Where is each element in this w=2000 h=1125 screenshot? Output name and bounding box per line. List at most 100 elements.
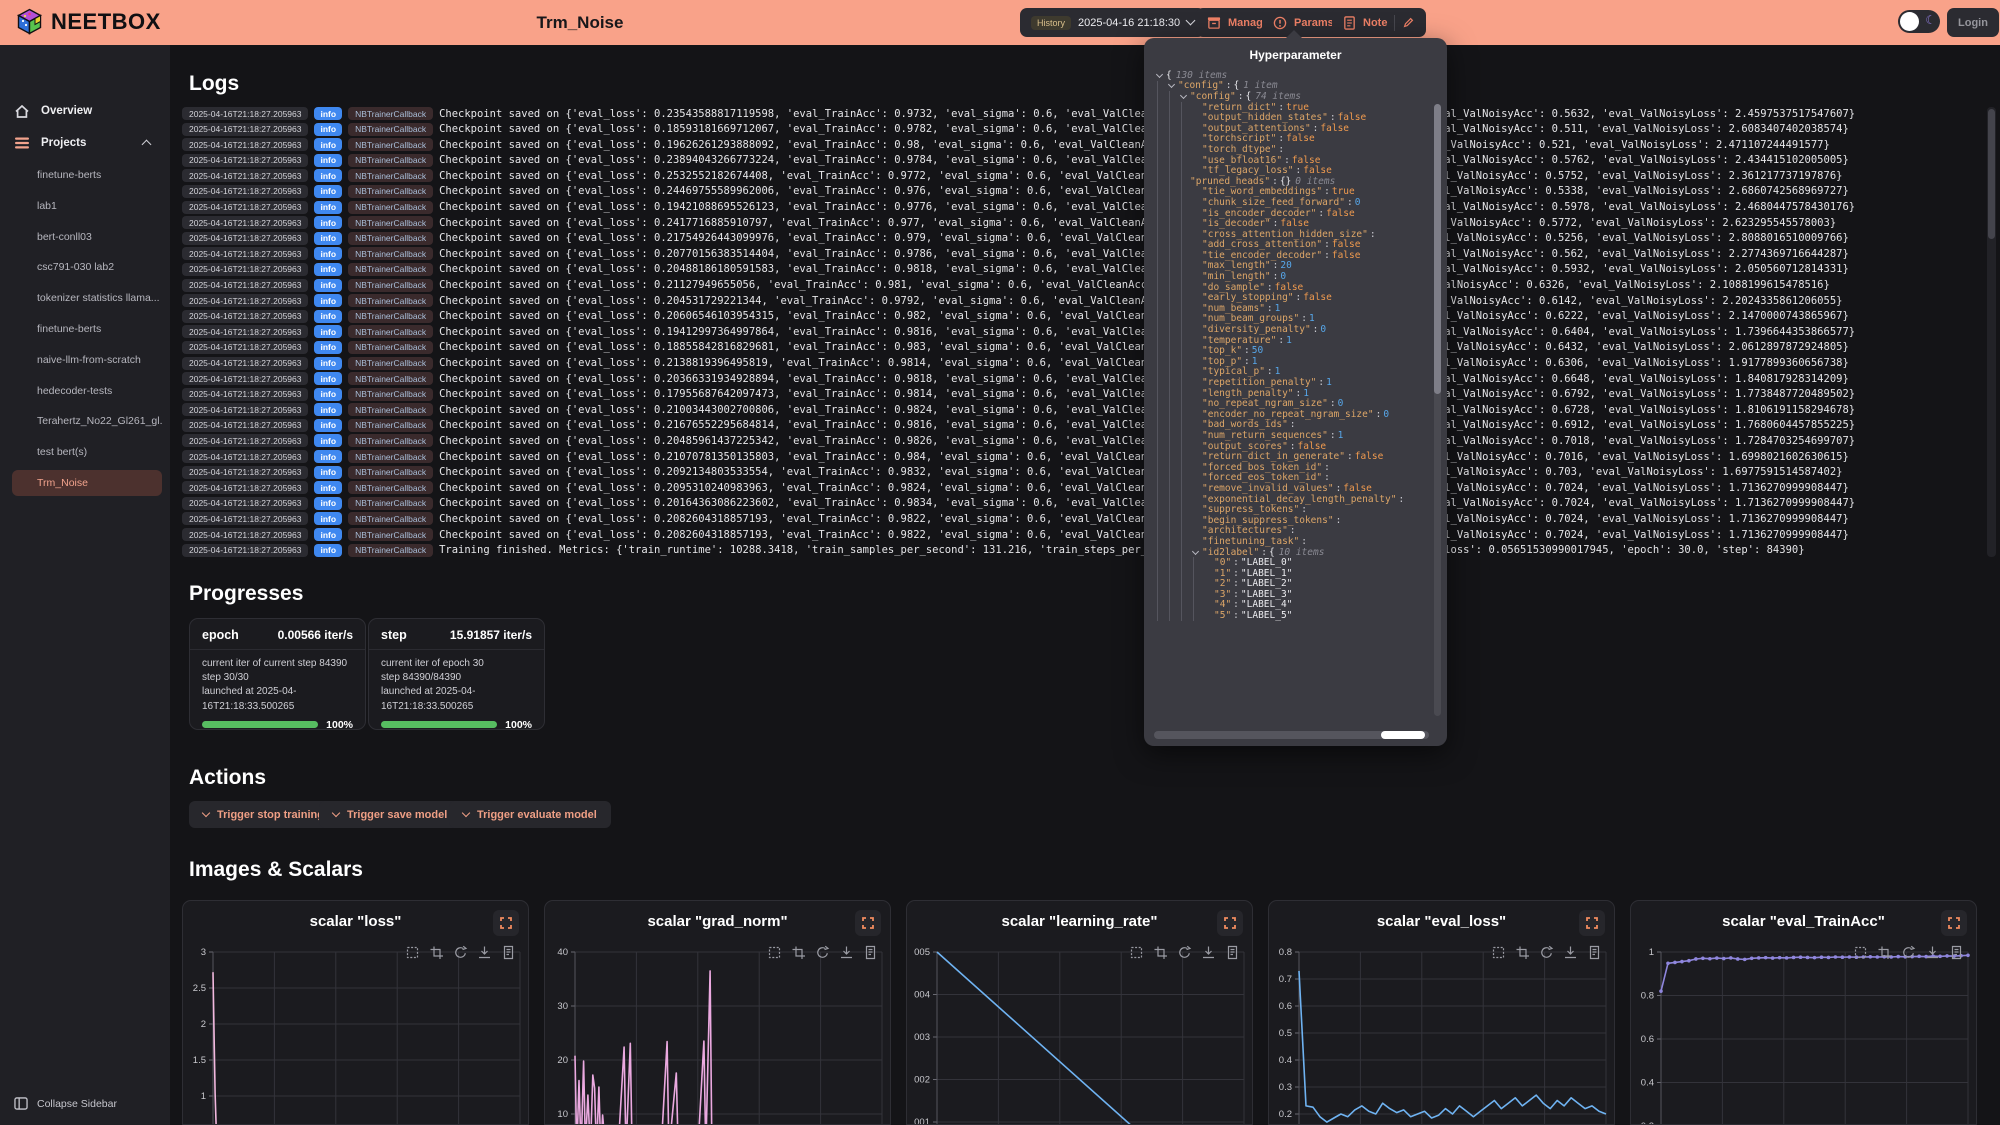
scalar-chart-card: scalar "eval_loss"0.80.70.60.50.40.30.2 — [1268, 900, 1615, 1125]
zoom-box-icon — [1155, 947, 1168, 960]
trigger-action-button[interactable]: Trigger save model — [319, 801, 461, 828]
tree-value: false — [1292, 155, 1321, 166]
tree-value: false — [1298, 441, 1327, 452]
download-icon[interactable] — [1925, 945, 1940, 960]
box-select-icon[interactable] — [767, 945, 782, 960]
sidebar-project-item[interactable]: lab1 — [12, 193, 162, 219]
indent-guide — [1157, 335, 1166, 346]
sidebar-item-overview[interactable]: Overview — [0, 98, 170, 124]
reset-icon[interactable] — [453, 945, 468, 960]
tree-colon: : — [1278, 144, 1284, 155]
series-marker — [1694, 957, 1698, 961]
tree-colon: : — [1233, 589, 1239, 600]
tree-value: 0 — [1280, 271, 1286, 282]
download-icon — [1203, 947, 1214, 958]
collapse-sidebar-button[interactable]: Collapse Sidebar — [14, 1097, 117, 1110]
zoom-box-icon[interactable] — [1877, 945, 1892, 960]
log-row: 2025-04-16T21:18:27.205963infoNBTrainerC… — [182, 247, 1982, 260]
log-file-icon[interactable] — [1587, 945, 1602, 960]
expand-icon[interactable] — [855, 910, 881, 936]
theme-toggle[interactable]: ☾ — [1898, 10, 1940, 33]
log-file-icon[interactable] — [1949, 945, 1964, 960]
log-tag-badge: NBTrainerCallback — [348, 201, 433, 214]
log-file-icon[interactable] — [863, 945, 878, 960]
reset-icon[interactable] — [815, 945, 830, 960]
tree-caret-icon[interactable] — [1192, 547, 1199, 554]
sidebar-project-item[interactable]: Trm_Noise — [12, 470, 162, 496]
log-file-icon[interactable] — [501, 945, 516, 960]
indent-guide — [1169, 303, 1178, 314]
scrollbar-thumb[interactable] — [1988, 109, 1995, 239]
expand-icon[interactable] — [1941, 910, 1967, 936]
sidebar-project-item[interactable]: finetune-berts — [12, 316, 162, 342]
log-tag-badge: NBTrainerCallback — [348, 107, 433, 120]
tree-colon: : — [1233, 578, 1239, 589]
y-tick-label: 0.7 — [1279, 974, 1292, 985]
tree-line: "begin_suppress_tokens": — [1154, 515, 1431, 526]
indent-guide — [1169, 398, 1178, 409]
download-icon[interactable] — [839, 945, 854, 960]
progress-bar-row: 100% — [190, 714, 365, 731]
brand[interactable]: NEETBOX — [16, 8, 161, 35]
sidebar-project-item[interactable]: test bert(s) — [12, 439, 162, 465]
zoom-box-icon[interactable] — [429, 945, 444, 960]
reset-icon[interactable] — [1177, 945, 1192, 960]
expand-icon[interactable] — [493, 910, 519, 936]
sidebar-project-item[interactable]: Terahertz_No22_Gl261_gl... — [12, 408, 162, 434]
sidebar-project-item[interactable]: bert-conll03 — [12, 224, 162, 250]
indent-guide — [1169, 610, 1178, 621]
tree-colon: : — [1324, 472, 1330, 483]
indent-guide — [1181, 123, 1190, 134]
box-select-icon[interactable] — [405, 945, 420, 960]
trigger-action-button[interactable]: Trigger evaluate model — [449, 801, 611, 828]
history-dropdown[interactable]: History 2025-04-16 21:18:30 — [1020, 8, 1205, 37]
log-timestamp-badge: 2025-04-16T21:18:27.205963 — [182, 294, 308, 307]
edit-pen-icon[interactable] — [1402, 16, 1415, 29]
expand-icon[interactable] — [1579, 910, 1605, 936]
sidebar-project-item[interactable]: finetune-berts — [12, 162, 162, 188]
sidebar-project-item[interactable]: tokenizer statistics llama... — [12, 285, 162, 311]
popup-vscrollbar-thumb[interactable] — [1434, 104, 1441, 394]
popup-hscrollbar-thumb[interactable] — [1381, 731, 1425, 739]
log-tag-badge: NBTrainerCallback — [348, 450, 433, 463]
zoom-box-icon[interactable] — [791, 945, 806, 960]
indent-guide — [1181, 144, 1190, 155]
expand-icon[interactable] — [1217, 910, 1243, 936]
log-tag-badge: NBTrainerCallback — [348, 294, 433, 307]
box-select-icon[interactable] — [1491, 945, 1506, 960]
log-file-icon[interactable] — [1225, 945, 1240, 960]
box-select-icon — [770, 948, 780, 958]
logs-scrollbar[interactable] — [1987, 107, 1996, 557]
tree-line: "torchscript":false — [1154, 134, 1431, 145]
collapse-sidebar-label: Collapse Sidebar — [37, 1098, 117, 1110]
tree-caret-icon[interactable] — [1156, 71, 1163, 78]
reset-icon[interactable] — [1901, 945, 1916, 960]
download-icon[interactable] — [1563, 945, 1578, 960]
indent-guide — [1181, 240, 1190, 251]
download-icon[interactable] — [1201, 945, 1216, 960]
y-tick-label: 20 — [557, 1055, 568, 1066]
zoom-box-icon[interactable] — [1153, 945, 1168, 960]
tree-colon: : — [1233, 599, 1239, 610]
corner — [1956, 918, 1959, 921]
zoom-box-icon[interactable] — [1515, 945, 1530, 960]
corner — [1594, 925, 1597, 928]
download-icon[interactable] — [477, 945, 492, 960]
indent-guide — [1181, 345, 1190, 356]
tree-caret-icon[interactable] — [1180, 92, 1187, 99]
sidebar-project-item[interactable]: naive-llm-from-scratch — [12, 347, 162, 373]
tree-caret-icon[interactable] — [1168, 81, 1175, 88]
progress-bar — [381, 721, 497, 728]
sidebar-project-item[interactable]: csc791-030 lab2 — [12, 254, 162, 280]
log-tag-badge: NBTrainerCallback — [348, 216, 433, 229]
sidebar-item-projects[interactable]: Projects — [0, 130, 170, 156]
box-select-icon[interactable] — [1853, 945, 1868, 960]
reset-icon[interactable] — [1539, 945, 1554, 960]
progress-bar — [202, 721, 318, 728]
box-select-icon[interactable] — [1129, 945, 1144, 960]
box-select-icon — [1132, 948, 1142, 958]
note-button-group[interactable]: Note — [1332, 8, 1426, 37]
sidebar-project-item[interactable]: hedecoder-tests — [12, 378, 162, 404]
trigger-action-button[interactable]: Trigger stop training — [189, 801, 338, 828]
login-button[interactable]: Login — [1947, 8, 1999, 37]
